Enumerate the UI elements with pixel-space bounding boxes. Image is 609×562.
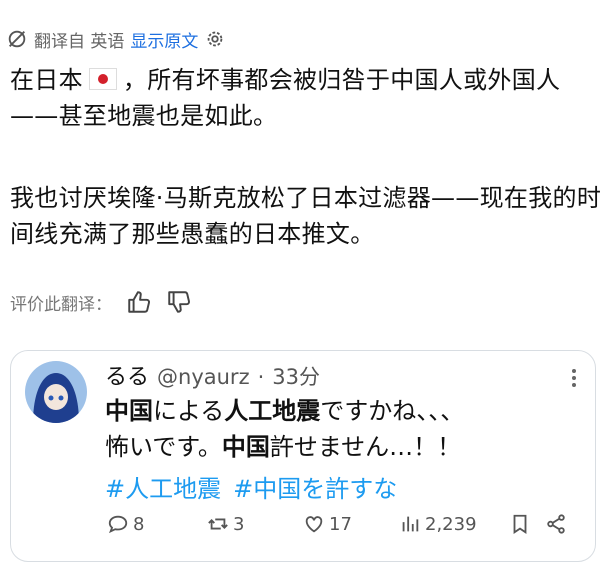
retweet-button[interactable]: 3: [207, 513, 303, 535]
share-button[interactable]: [545, 513, 575, 535]
share-icon: [547, 514, 565, 534]
bookmark-button[interactable]: [509, 513, 545, 535]
tweet-action-bar: 8 3 17 2,239: [107, 509, 587, 539]
author-handle[interactable]: @nyaurz: [157, 365, 250, 389]
translated-from-label: 翻译自 英语: [34, 31, 125, 52]
tweet-text-part: 怖いです。: [105, 433, 222, 461]
like-button[interactable]: 17: [303, 513, 399, 535]
views-icon: [402, 516, 419, 532]
gear-icon[interactable]: [204, 28, 226, 50]
separator-dot: ·: [257, 365, 265, 389]
heart-icon: [305, 516, 323, 533]
thumbs-down-icon[interactable]: [166, 289, 192, 315]
hashtag-link[interactable]: #中国を許すな: [233, 469, 397, 504]
tweet-text-part: 許せません…！！: [269, 433, 462, 461]
tweet-line-1: 中国による人工地震ですかね、、、: [105, 393, 585, 429]
translate-icon: [8, 30, 26, 48]
show-original-link[interactable]: 显示原文: [130, 27, 198, 52]
thumbs-up-icon[interactable]: [126, 289, 152, 315]
retweet-icon: [208, 518, 228, 530]
bookmark-icon: [513, 514, 527, 534]
tweet-hashtags: #人工地震 #中国を許すな: [105, 469, 397, 504]
tweet-bold-text: 中国: [221, 433, 270, 461]
hashtag-link[interactable]: #人工地震: [105, 469, 221, 504]
retweet-count: 3: [233, 513, 245, 535]
tweet-bold-text: 人工地震: [224, 397, 321, 425]
embedded-tweet-card[interactable]: るる @nyaurz · 33分 中国による人工地震ですかね、、、 怖いです。中…: [10, 350, 596, 562]
post-paragraph-2: 我也讨厌埃隆·马斯克放松了日本过滤器——现在我的时间线充满了那些愚蠢的日本推文。: [10, 184, 602, 248]
more-options-icon[interactable]: [567, 367, 581, 389]
tweet-author-line: るる @nyaurz · 33分: [105, 359, 320, 391]
reply-button[interactable]: 8: [107, 513, 207, 535]
views-button[interactable]: 2,239: [399, 513, 509, 535]
rate-translation-label: 评价此翻译：: [10, 294, 112, 315]
author-name[interactable]: るる: [105, 359, 149, 391]
post-paragraph-1: 在日本 ，所有坏事都会被归咎于中国人或外国人——甚至地震也是如此。: [10, 62, 605, 134]
reply-icon: [108, 515, 128, 534]
avatar[interactable]: [25, 361, 87, 423]
rate-translation: 评价此翻译：: [10, 288, 192, 316]
tweet-text-part: による: [153, 397, 225, 425]
japan-flag-icon: [88, 68, 117, 90]
views-count: 2,239: [425, 513, 477, 535]
reply-count: 8: [133, 513, 145, 535]
tweet-text: 中国による人工地震ですかね、、、 怖いです。中国許せません…！！: [105, 393, 585, 465]
like-count: 17: [329, 513, 352, 535]
translation-bar: 翻译自 英语 显示原文: [6, 26, 226, 52]
tweet-line-2: 怖いです。中国許せません…！！: [105, 429, 585, 465]
tweet-bold-text: 中国: [105, 397, 153, 425]
post-text-part: 在日本: [10, 66, 83, 94]
tweet-text-part: ですかね、、、: [320, 397, 465, 425]
tweet-time: 33分: [272, 365, 321, 389]
